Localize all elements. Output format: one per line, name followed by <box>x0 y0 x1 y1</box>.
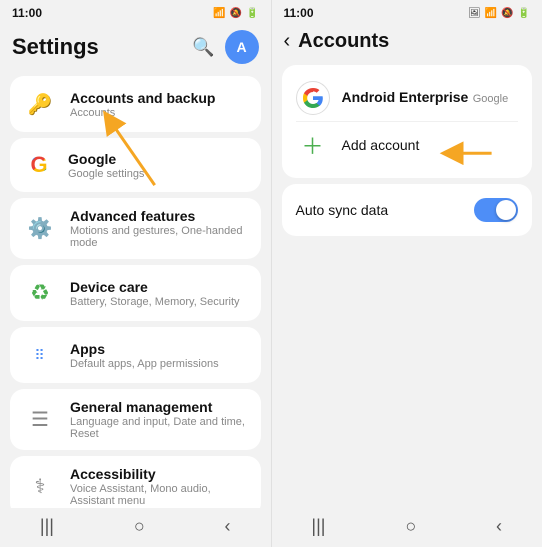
nav-back-left[interactable]: ‹ <box>225 516 231 537</box>
time-left: 11:00 <box>12 6 42 20</box>
sync-card: Auto sync data <box>282 184 533 236</box>
wifi-icon-right: 📶 <box>485 8 497 19</box>
bottom-nav-right: ||| ○ ‹ <box>272 508 542 547</box>
accounts-top-bar: ‹ Accounts <box>272 24 542 61</box>
accounts-page-title: Accounts <box>298 30 389 53</box>
add-account-label: Add account <box>342 137 420 153</box>
general-title: General management <box>70 399 249 415</box>
general-subtitle: Language and input, Date and time, Reset <box>70 416 249 440</box>
apps-icon: ⠿ <box>22 337 58 373</box>
status-icons-left: 📶 🔕 🔋 <box>213 8 258 19</box>
android-enterprise-item[interactable]: Android Enterprise Google <box>296 75 519 121</box>
status-icons-right: 🖼 📶 🔕 🔋 <box>468 8 530 19</box>
device-care-text: Device care Battery, Storage, Memory, Se… <box>70 279 240 308</box>
accounts-list: Android Enterprise Google ＋ Add account … <box>272 61 542 508</box>
accessibility-subtitle: Voice Assistant, Mono audio, Assistant m… <box>70 483 249 507</box>
settings-item-advanced[interactable]: ⚙️ Advanced features Motions and gesture… <box>10 198 261 259</box>
apps-subtitle: Default apps, App permissions <box>70 358 219 370</box>
battery-icon: 🔋 <box>246 8 258 19</box>
mute-icon-right: 🔕 <box>501 8 513 19</box>
top-bar-icons: 🔍 A <box>192 30 258 64</box>
avatar[interactable]: A <box>225 30 259 64</box>
settings-item-accounts-backup[interactable]: 🔑 Accounts and backup Accounts <box>10 76 261 132</box>
google-g: G <box>30 152 47 178</box>
top-bar-left: Settings 🔍 A <box>0 24 271 72</box>
device-care-title: Device care <box>70 279 240 295</box>
battery-icon-right: 🔋 <box>518 8 530 19</box>
settings-item-accessibility[interactable]: ⚕ Accessibility Voice Assistant, Mono au… <box>10 456 261 508</box>
mute-icon: 🔕 <box>230 8 242 19</box>
status-bar-left: 11:00 📶 🔕 🔋 <box>0 0 271 24</box>
accounts-backup-icon: 🔑 <box>22 86 58 122</box>
image-icon: 🖼 <box>468 8 481 19</box>
sync-label: Auto sync data <box>296 202 389 218</box>
accounts-backup-subtitle: Accounts <box>70 107 215 119</box>
accessibility-title: Accessibility <box>70 466 249 482</box>
accounts-backup-title: Accounts and backup <box>70 90 215 106</box>
google-g-svg <box>301 86 325 110</box>
settings-list: 🔑 Accounts and backup Accounts G Google … <box>0 72 271 508</box>
enterprise-name: Android Enterprise <box>342 89 469 105</box>
status-bar-right: 11:00 🖼 📶 🔕 🔋 <box>272 0 542 24</box>
nav-home-right[interactable]: ○ <box>405 516 416 537</box>
sync-toggle[interactable] <box>474 198 518 222</box>
add-account-item[interactable]: ＋ Add account <box>296 121 519 168</box>
accessibility-icon: ⚕ <box>22 469 58 505</box>
plus-icon: ＋ <box>296 128 330 162</box>
back-button[interactable]: ‹ <box>284 30 291 53</box>
advanced-title: Advanced features <box>70 208 249 224</box>
google-title: Google <box>68 151 144 167</box>
general-text: General management Language and input, D… <box>70 399 249 440</box>
nav-recent-left[interactable]: ||| <box>40 516 54 537</box>
settings-item-device-care[interactable]: ♻ Device care Battery, Storage, Memory, … <box>10 265 261 321</box>
apps-text: Apps Default apps, App permissions <box>70 341 219 370</box>
nav-back-right[interactable]: ‹ <box>496 516 502 537</box>
accessibility-text: Accessibility Voice Assistant, Mono audi… <box>70 466 249 507</box>
google-subtitle: Google settings <box>68 168 144 180</box>
time-right: 11:00 <box>284 6 314 20</box>
general-icon: ☰ <box>22 402 58 438</box>
settings-item-general[interactable]: ☰ General management Language and input,… <box>10 389 261 450</box>
bottom-nav-left: ||| ○ ‹ <box>0 508 271 547</box>
apps-title: Apps <box>70 341 219 357</box>
advanced-text: Advanced features Motions and gestures, … <box>70 208 249 249</box>
accounts-backup-text: Accounts and backup Accounts <box>70 90 215 119</box>
nav-recent-right[interactable]: ||| <box>311 516 325 537</box>
avatar-initial: A <box>236 39 246 55</box>
google-text: Google Google settings <box>68 151 144 180</box>
device-care-subtitle: Battery, Storage, Memory, Security <box>70 296 240 308</box>
wifi-icon: 📶 <box>213 8 225 19</box>
accounts-card: Android Enterprise Google ＋ Add account <box>282 65 533 178</box>
enterprise-sub: Google <box>473 93 508 105</box>
search-icon[interactable]: 🔍 <box>192 37 214 58</box>
page-title-left: Settings <box>12 34 99 60</box>
advanced-subtitle: Motions and gestures, One-handed mode <box>70 225 249 249</box>
settings-item-apps[interactable]: ⠿ Apps Default apps, App permissions <box>10 327 261 383</box>
device-care-icon: ♻ <box>22 275 58 311</box>
nav-home-left[interactable]: ○ <box>134 516 145 537</box>
settings-item-google[interactable]: G Google Google settings <box>10 138 261 192</box>
left-panel: 11:00 📶 🔕 🔋 Settings 🔍 A 🔑 Accounts and … <box>0 0 272 547</box>
advanced-icon: ⚙️ <box>22 211 58 247</box>
google-logo-enterprise <box>296 81 330 115</box>
enterprise-account-text: Android Enterprise Google <box>342 89 509 107</box>
right-panel: 11:00 🖼 📶 🔕 🔋 ‹ Accounts <box>272 0 542 547</box>
google-icon: G <box>22 148 56 182</box>
